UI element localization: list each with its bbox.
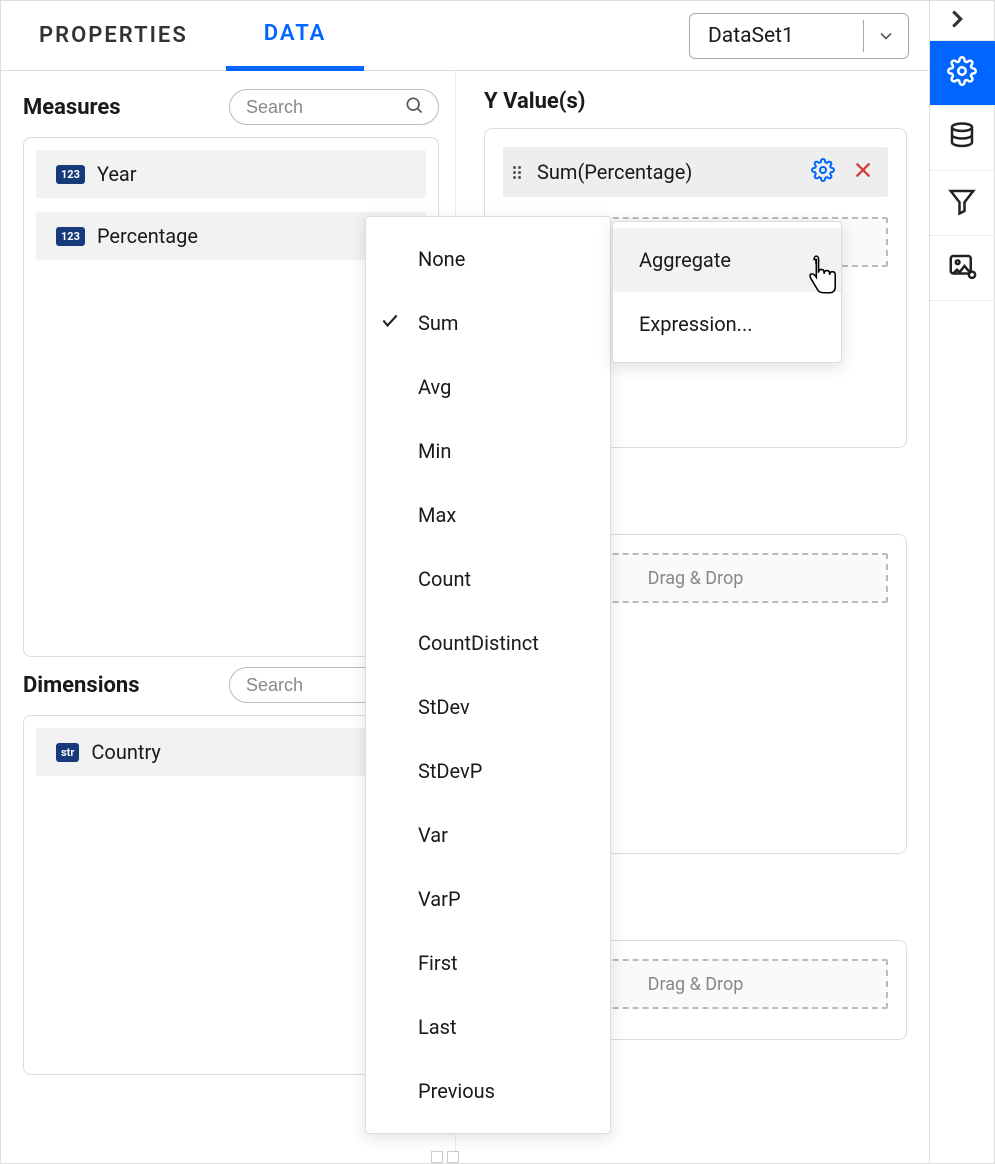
measures-title: Measures	[23, 95, 121, 120]
aggregate-option-max[interactable]: Max	[366, 483, 610, 547]
tab-data[interactable]: Data	[226, 1, 365, 71]
image-settings-icon	[947, 251, 977, 285]
aggregate-option-previous[interactable]: Previous	[366, 1059, 610, 1123]
aggregate-option-label: StDevP	[418, 759, 482, 783]
yvalue-item[interactable]: Sum(Percentage)	[503, 147, 888, 197]
aggregate-option-label: Avg	[418, 375, 451, 399]
yvalue-context-menu[interactable]: Aggregate Expression...	[612, 221, 842, 363]
aggregate-submenu[interactable]: None Sum Avg Min Max Count CountDistinct StDev S…	[365, 216, 611, 1134]
dataset-select-value: DataSet1	[708, 24, 794, 48]
aggregate-option-label: Var	[418, 823, 448, 847]
aggregate-option-label: None	[418, 247, 465, 271]
yvalue-settings-button[interactable]	[808, 157, 838, 187]
aggregate-option-label: Sum	[418, 311, 458, 335]
filter-icon	[947, 186, 977, 220]
dataset-select[interactable]: DataSet1	[689, 13, 909, 59]
field-label: Percentage	[97, 224, 198, 248]
aggregate-option-label: Last	[418, 1015, 457, 1039]
aggregate-option-label: StDev	[418, 695, 470, 719]
menu-item-aggregate[interactable]: Aggregate	[613, 228, 841, 292]
yvalue-label: Sum(Percentage)	[537, 160, 798, 184]
rail-properties-button[interactable]	[930, 41, 995, 106]
string-type-badge: str	[56, 743, 79, 762]
measures-search[interactable]	[229, 89, 439, 125]
collapse-rail-button[interactable]	[930, 1, 994, 41]
tab-properties[interactable]: Properties	[1, 1, 226, 70]
aggregate-option-avg[interactable]: Avg	[366, 355, 610, 419]
resize-handle[interactable]	[431, 1151, 459, 1163]
chevron-right-icon	[811, 248, 823, 272]
aggregate-option-sum[interactable]: Sum	[366, 291, 610, 355]
aggregate-option-varp[interactable]: VarP	[366, 867, 610, 931]
gear-icon	[947, 56, 977, 90]
yvalue-remove-button[interactable]	[848, 157, 878, 187]
aggregate-option-label: First	[418, 951, 458, 975]
database-icon	[947, 121, 977, 155]
menu-item-label: Expression...	[639, 312, 753, 336]
chevron-right-icon	[942, 4, 972, 38]
field-label: Year	[97, 162, 137, 186]
number-type-badge: 123	[56, 165, 85, 184]
dimensions-title: Dimensions	[23, 673, 140, 698]
aggregate-option-last[interactable]: Last	[366, 995, 610, 1059]
aggregate-option-count[interactable]: Count	[366, 547, 610, 611]
drop-hint: Drag & Drop	[648, 974, 744, 995]
aggregate-option-first[interactable]: First	[366, 931, 610, 995]
aggregate-option-label: Min	[418, 439, 451, 463]
rail-image-button[interactable]	[930, 236, 995, 301]
measures-search-input[interactable]	[244, 96, 396, 119]
aggregate-option-label: VarP	[418, 887, 461, 911]
close-icon	[852, 159, 874, 185]
drag-handle-icon[interactable]	[507, 166, 527, 179]
aggregate-option-label: CountDistinct	[418, 631, 539, 655]
aggregate-option-stdev[interactable]: StDev	[366, 675, 610, 739]
search-icon	[404, 95, 424, 119]
menu-item-label: Aggregate	[639, 248, 731, 272]
aggregate-option-min[interactable]: Min	[366, 419, 610, 483]
yvalues-title: Y Value(s)	[484, 89, 907, 114]
aggregate-option-label: Previous	[418, 1079, 495, 1103]
rail-data-button[interactable]	[930, 106, 995, 171]
aggregate-option-label: Max	[418, 503, 456, 527]
measure-field-year[interactable]: 123 Year	[36, 150, 426, 198]
right-rail	[929, 1, 994, 1163]
menu-item-expression[interactable]: Expression...	[613, 292, 841, 356]
aggregate-option-label: Count	[418, 567, 471, 591]
check-icon	[380, 311, 400, 336]
aggregate-option-countdistinct[interactable]: CountDistinct	[366, 611, 610, 675]
aggregate-option-none[interactable]: None	[366, 227, 610, 291]
gear-icon	[811, 158, 835, 186]
number-type-badge: 123	[56, 227, 85, 246]
aggregate-option-var[interactable]: Var	[366, 803, 610, 867]
field-label: Country	[91, 740, 160, 764]
chevron-down-icon	[864, 14, 908, 58]
drop-hint: Drag & Drop	[648, 568, 744, 589]
rail-filter-button[interactable]	[930, 171, 995, 236]
aggregate-option-stdevp[interactable]: StDevP	[366, 739, 610, 803]
